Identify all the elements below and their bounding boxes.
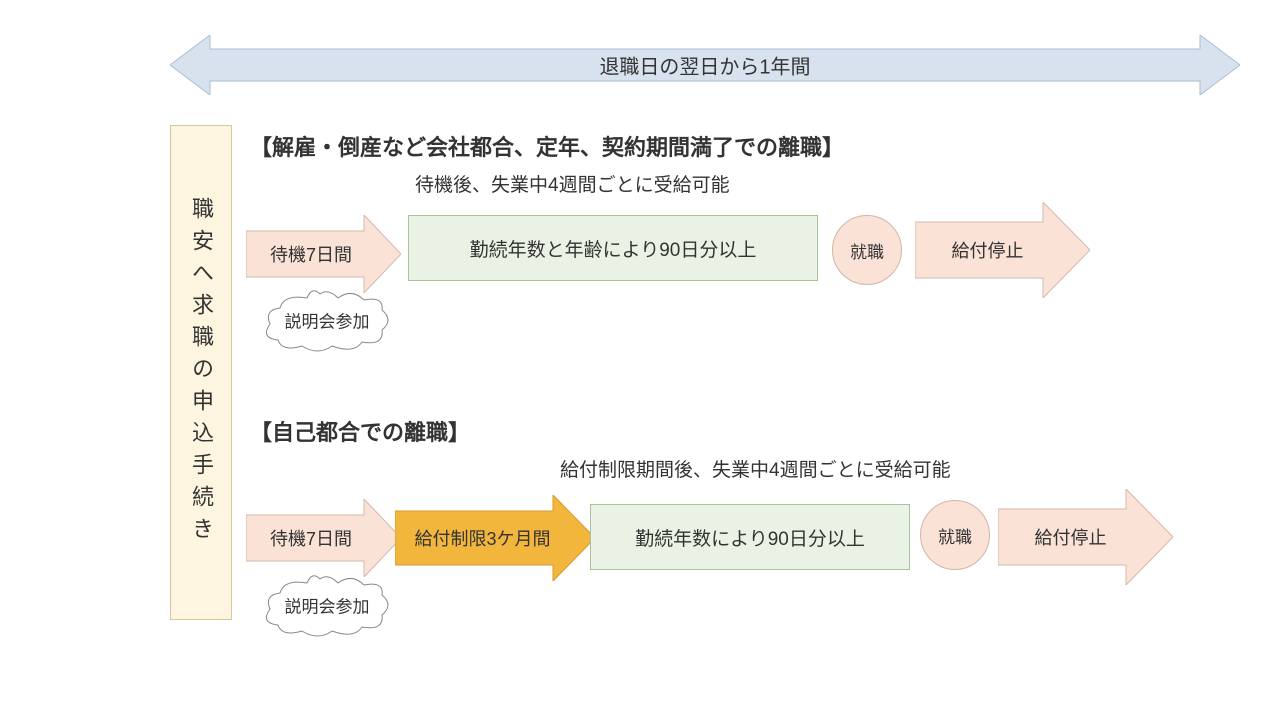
- employment-circle-1: 就職: [832, 215, 902, 285]
- stop-arrow-1: 給付停止: [915, 202, 1090, 298]
- period-arrow: 退職日の翌日から1年間: [170, 35, 1240, 95]
- benefit-box-1: 勤続年数と年齢により90日分以上: [408, 215, 818, 281]
- wait-arrow-2: 待機7日間: [246, 499, 401, 577]
- limit-label: 給付制限3ケ月間: [395, 525, 595, 551]
- info-bubble-2: 説明会参加: [262, 575, 392, 637]
- employment-text-1: 就職: [850, 238, 884, 263]
- stop-label-1: 給付停止: [915, 237, 1090, 263]
- bubble-text-1: 説明会参加: [262, 307, 392, 332]
- benefit-text-1: 勤続年数と年齢により90日分以上: [470, 235, 757, 262]
- stop-arrow-2: 給付停止: [998, 489, 1173, 585]
- info-bubble-1: 説明会参加: [262, 290, 392, 352]
- benefit-text-2: 勤続年数により90日分以上: [635, 524, 865, 551]
- left-procedure-box: 職安へ求職の申込手続き: [170, 125, 232, 620]
- benefit-box-2: 勤続年数により90日分以上: [590, 504, 910, 570]
- wait-label-2: 待機7日間: [246, 525, 401, 551]
- employment-circle-2: 就職: [920, 500, 990, 570]
- stop-label-2: 給付停止: [998, 524, 1173, 550]
- period-label: 退職日の翌日から1年間: [170, 51, 1240, 80]
- employment-text-2: 就職: [938, 523, 972, 548]
- wait-label-1: 待機7日間: [246, 241, 401, 267]
- left-procedure-label: 職安へ求職の申込手続き: [185, 197, 217, 549]
- limit-arrow: 給付制限3ケ月間: [395, 495, 595, 581]
- section2-title: 【自己都合での離職】: [250, 415, 470, 447]
- bubble-text-2: 説明会参加: [262, 592, 392, 617]
- section2-subtitle: 給付制限期間後、失業中4週間ごとに受給可能: [560, 455, 951, 482]
- wait-arrow-1: 待機7日間: [246, 215, 401, 293]
- section1-title: 【解雇・倒産など会社都合、定年、契約期間満了での離職】: [250, 130, 844, 162]
- section1-subtitle: 待機後、失業中4週間ごとに受給可能: [415, 170, 730, 197]
